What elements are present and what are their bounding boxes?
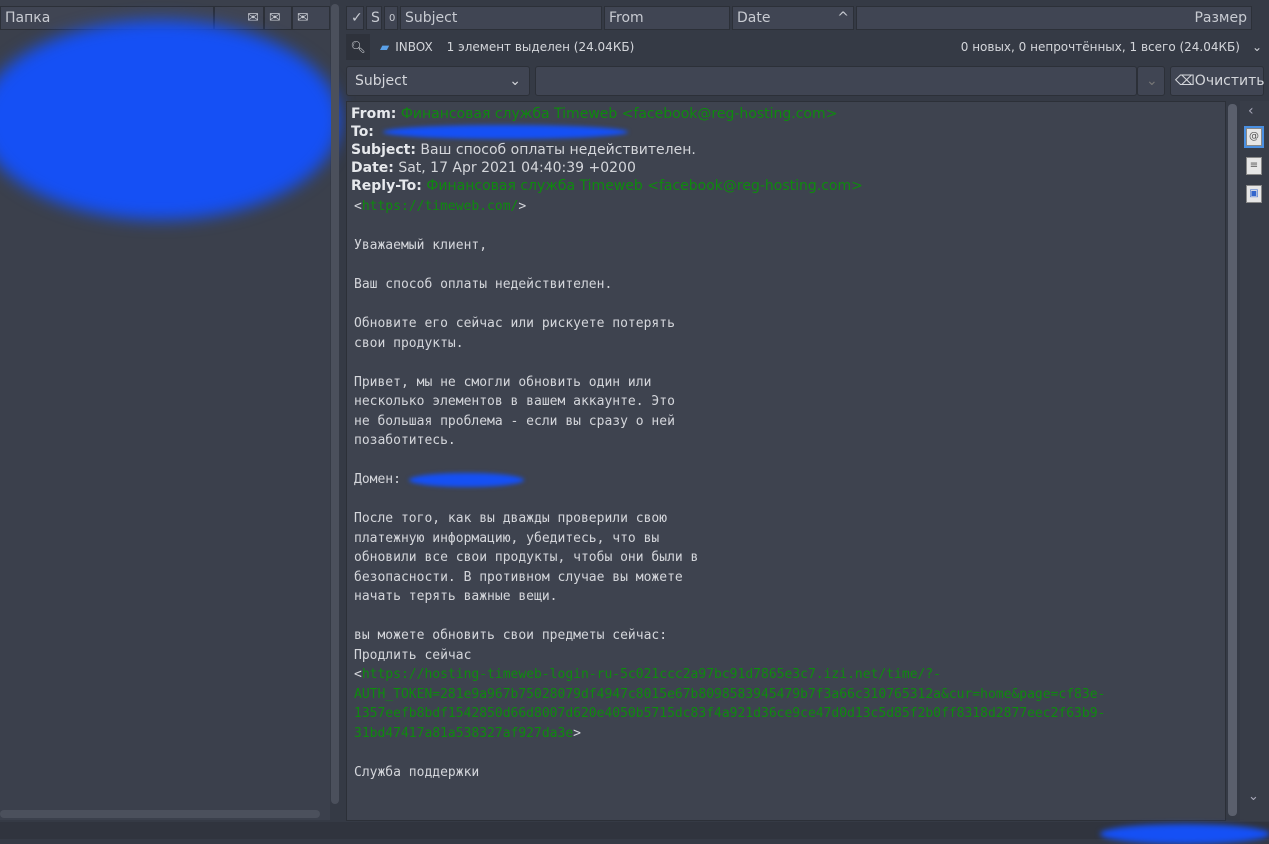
search-field-value: Subject bbox=[355, 73, 408, 89]
attach-column[interactable]: 0 bbox=[384, 6, 398, 30]
domain-label: Домен: bbox=[354, 472, 409, 487]
subject-value: Ваш способ оплаты недействителен. bbox=[420, 142, 696, 158]
body-p6: вы можете обновить свои предметы сейчас:… bbox=[354, 628, 668, 663]
date-header: Date: Sat, 17 Apr 2021 04:40:39 +0200 bbox=[351, 160, 636, 176]
search-input[interactable] bbox=[535, 66, 1137, 96]
chevron-down-icon[interactable]: ⌄ bbox=[1252, 40, 1262, 54]
body-p5: После того, как вы дважды проверили свою… bbox=[354, 511, 699, 604]
search-history-dropdown[interactable]: ⌄ bbox=[1137, 66, 1165, 96]
scroll-down-icon[interactable]: ⌄ bbox=[1248, 789, 1259, 804]
message-scrollbar[interactable] bbox=[1228, 104, 1237, 816]
folder-summary: 0 новых, 0 непрочтённых, 1 всего (24.04К… bbox=[960, 40, 1240, 54]
status-column[interactable]: S bbox=[366, 6, 382, 30]
message-view: From: Финансовая служба Timeweb <faceboo… bbox=[346, 101, 1226, 821]
collapse-icon[interactable]: ‹ bbox=[1248, 103, 1254, 119]
html-part-icon[interactable]: ▣ bbox=[1246, 185, 1262, 203]
body-p3: Обновите его сейчас или рискуете потерят… bbox=[354, 316, 675, 351]
redacted-account bbox=[1100, 824, 1269, 844]
replyto-header: Reply-To: Финансовая служба Timeweb <fac… bbox=[351, 178, 863, 194]
body-p4: Привет, мы не смогли обновить один или н… bbox=[354, 374, 675, 449]
status-bar bbox=[0, 822, 1269, 844]
sort-ascending-icon: ^ bbox=[837, 10, 849, 26]
folder-hscrollbar[interactable] bbox=[0, 810, 320, 818]
selection-info: 1 элемент выделен (24.04КБ) bbox=[446, 40, 635, 54]
folder-name: INBOX bbox=[395, 40, 433, 54]
total-mail-icon[interactable]: ✉ bbox=[292, 6, 330, 30]
to-header: To: bbox=[351, 123, 1221, 141]
date-value: Sat, 17 Apr 2021 04:40:39 +0200 bbox=[398, 160, 636, 176]
redacted-domain bbox=[408, 472, 524, 487]
body-p2: Ваш способ оплаты недействителен. bbox=[354, 277, 613, 292]
replyto-value[interactable]: Финансовая служба Timeweb <facebook@reg-… bbox=[426, 178, 863, 194]
date-column-label: Date bbox=[737, 10, 771, 26]
backspace-icon: ⌫ bbox=[1175, 73, 1195, 89]
unread-mail-icon[interactable]: ✉ bbox=[264, 6, 292, 30]
quick-search-icon[interactable]: 🔍︎ bbox=[346, 34, 370, 60]
check-column[interactable]: ✓ bbox=[346, 6, 364, 30]
from-column[interactable]: From bbox=[604, 6, 730, 30]
folder-scrollbar[interactable] bbox=[331, 4, 339, 804]
from-value[interactable]: Финансовая служба Timeweb <facebook@reg-… bbox=[401, 106, 838, 122]
chevron-down-icon: ⌄ bbox=[509, 73, 521, 89]
date-column[interactable]: Date ^ bbox=[732, 6, 854, 30]
size-column[interactable]: Размер bbox=[856, 6, 1252, 30]
redacted-folder-tree bbox=[0, 20, 340, 220]
search-field-select[interactable]: Subject ⌄ bbox=[346, 66, 530, 96]
body-greeting: Уважаемый клиент, bbox=[354, 238, 488, 253]
subject-column[interactable]: Subject bbox=[400, 6, 602, 30]
from-header: From: Финансовая служба Timeweb <faceboo… bbox=[351, 106, 838, 122]
quick-search-bar: Subject ⌄ ⌄ ⌫ Очистить bbox=[346, 66, 1268, 96]
text-part-icon[interactable]: ≡ bbox=[1246, 157, 1262, 175]
body-signature: Служба поддержки bbox=[354, 764, 480, 780]
folder-panel: Папка ✉ ✉ ✉ bbox=[0, 0, 340, 820]
subject-header: Subject: Ваш способ оплаты недействителе… bbox=[351, 142, 696, 158]
clear-label: Очистить bbox=[1194, 73, 1265, 89]
link-phishing[interactable]: https://hosting-timeweb-login-ru-5c021cc… bbox=[354, 667, 1105, 741]
folder-icon: ▰ bbox=[380, 40, 390, 54]
email-part-icon[interactable]: @ bbox=[1244, 126, 1264, 148]
mime-parts-column: ‹ @ ≡ ▣ ⌄ bbox=[1240, 101, 1269, 821]
message-list-header: ✓ S 0 Subject From Date ^ Размер bbox=[346, 6, 1258, 30]
clear-button[interactable]: ⌫ Очистить bbox=[1170, 66, 1265, 96]
redacted-recipient bbox=[383, 125, 628, 139]
link-timeweb[interactable]: https://timeweb.com/ bbox=[362, 199, 519, 214]
folder-status-bar: 🔍︎ ▰ INBOX 1 элемент выделен (24.04КБ) 0… bbox=[346, 34, 1268, 60]
message-body: <https://timeweb.com/> Уважаемый клиент,… bbox=[354, 199, 1106, 780]
